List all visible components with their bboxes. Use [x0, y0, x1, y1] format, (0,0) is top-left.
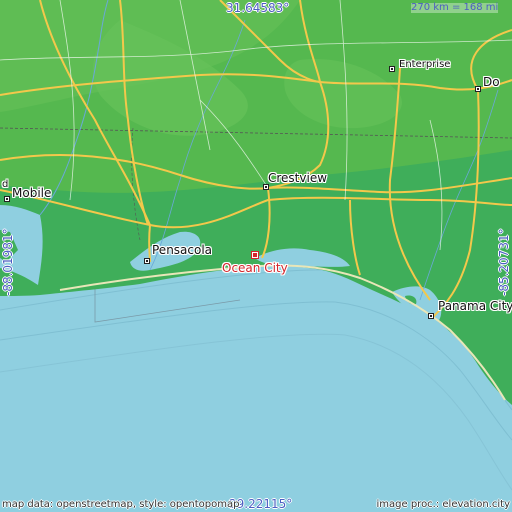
city-label-partial: d	[2, 179, 9, 190]
city-marker-pensacola[interactable]	[144, 258, 150, 264]
city-label-pensacola: Pensacola	[152, 243, 213, 257]
city-label-panama-city: Panama City	[438, 299, 512, 313]
map-view[interactable]: Pensacola Ocean City Crestview Mobile d …	[0, 0, 512, 512]
city-label-dothan: Do	[483, 75, 500, 89]
city-label-crestview: Crestview	[268, 171, 328, 185]
city-label-ocean-city: Ocean City	[222, 261, 288, 275]
attribution-left: map data: openstreetmap, style: opentopo…	[2, 499, 240, 510]
coord-left: -88.01981°	[1, 228, 15, 296]
city-label-mobile: Mobile	[12, 186, 52, 200]
coord-top: 31.64583°	[226, 1, 290, 15]
city-label-enterprise: Enterprise	[399, 59, 451, 70]
city-marker-enterprise[interactable]	[389, 66, 395, 72]
scale-bar: 270 km = 168 mi	[411, 2, 499, 13]
city-marker-panama-city[interactable]	[428, 313, 434, 319]
coord-right: -85.20731°	[497, 228, 511, 296]
city-marker-ocean-city[interactable]	[251, 251, 259, 259]
city-marker-dothan[interactable]	[475, 86, 481, 92]
attribution-right: image proc.: elevation.city	[376, 499, 511, 510]
city-marker-mobile[interactable]	[4, 196, 10, 202]
